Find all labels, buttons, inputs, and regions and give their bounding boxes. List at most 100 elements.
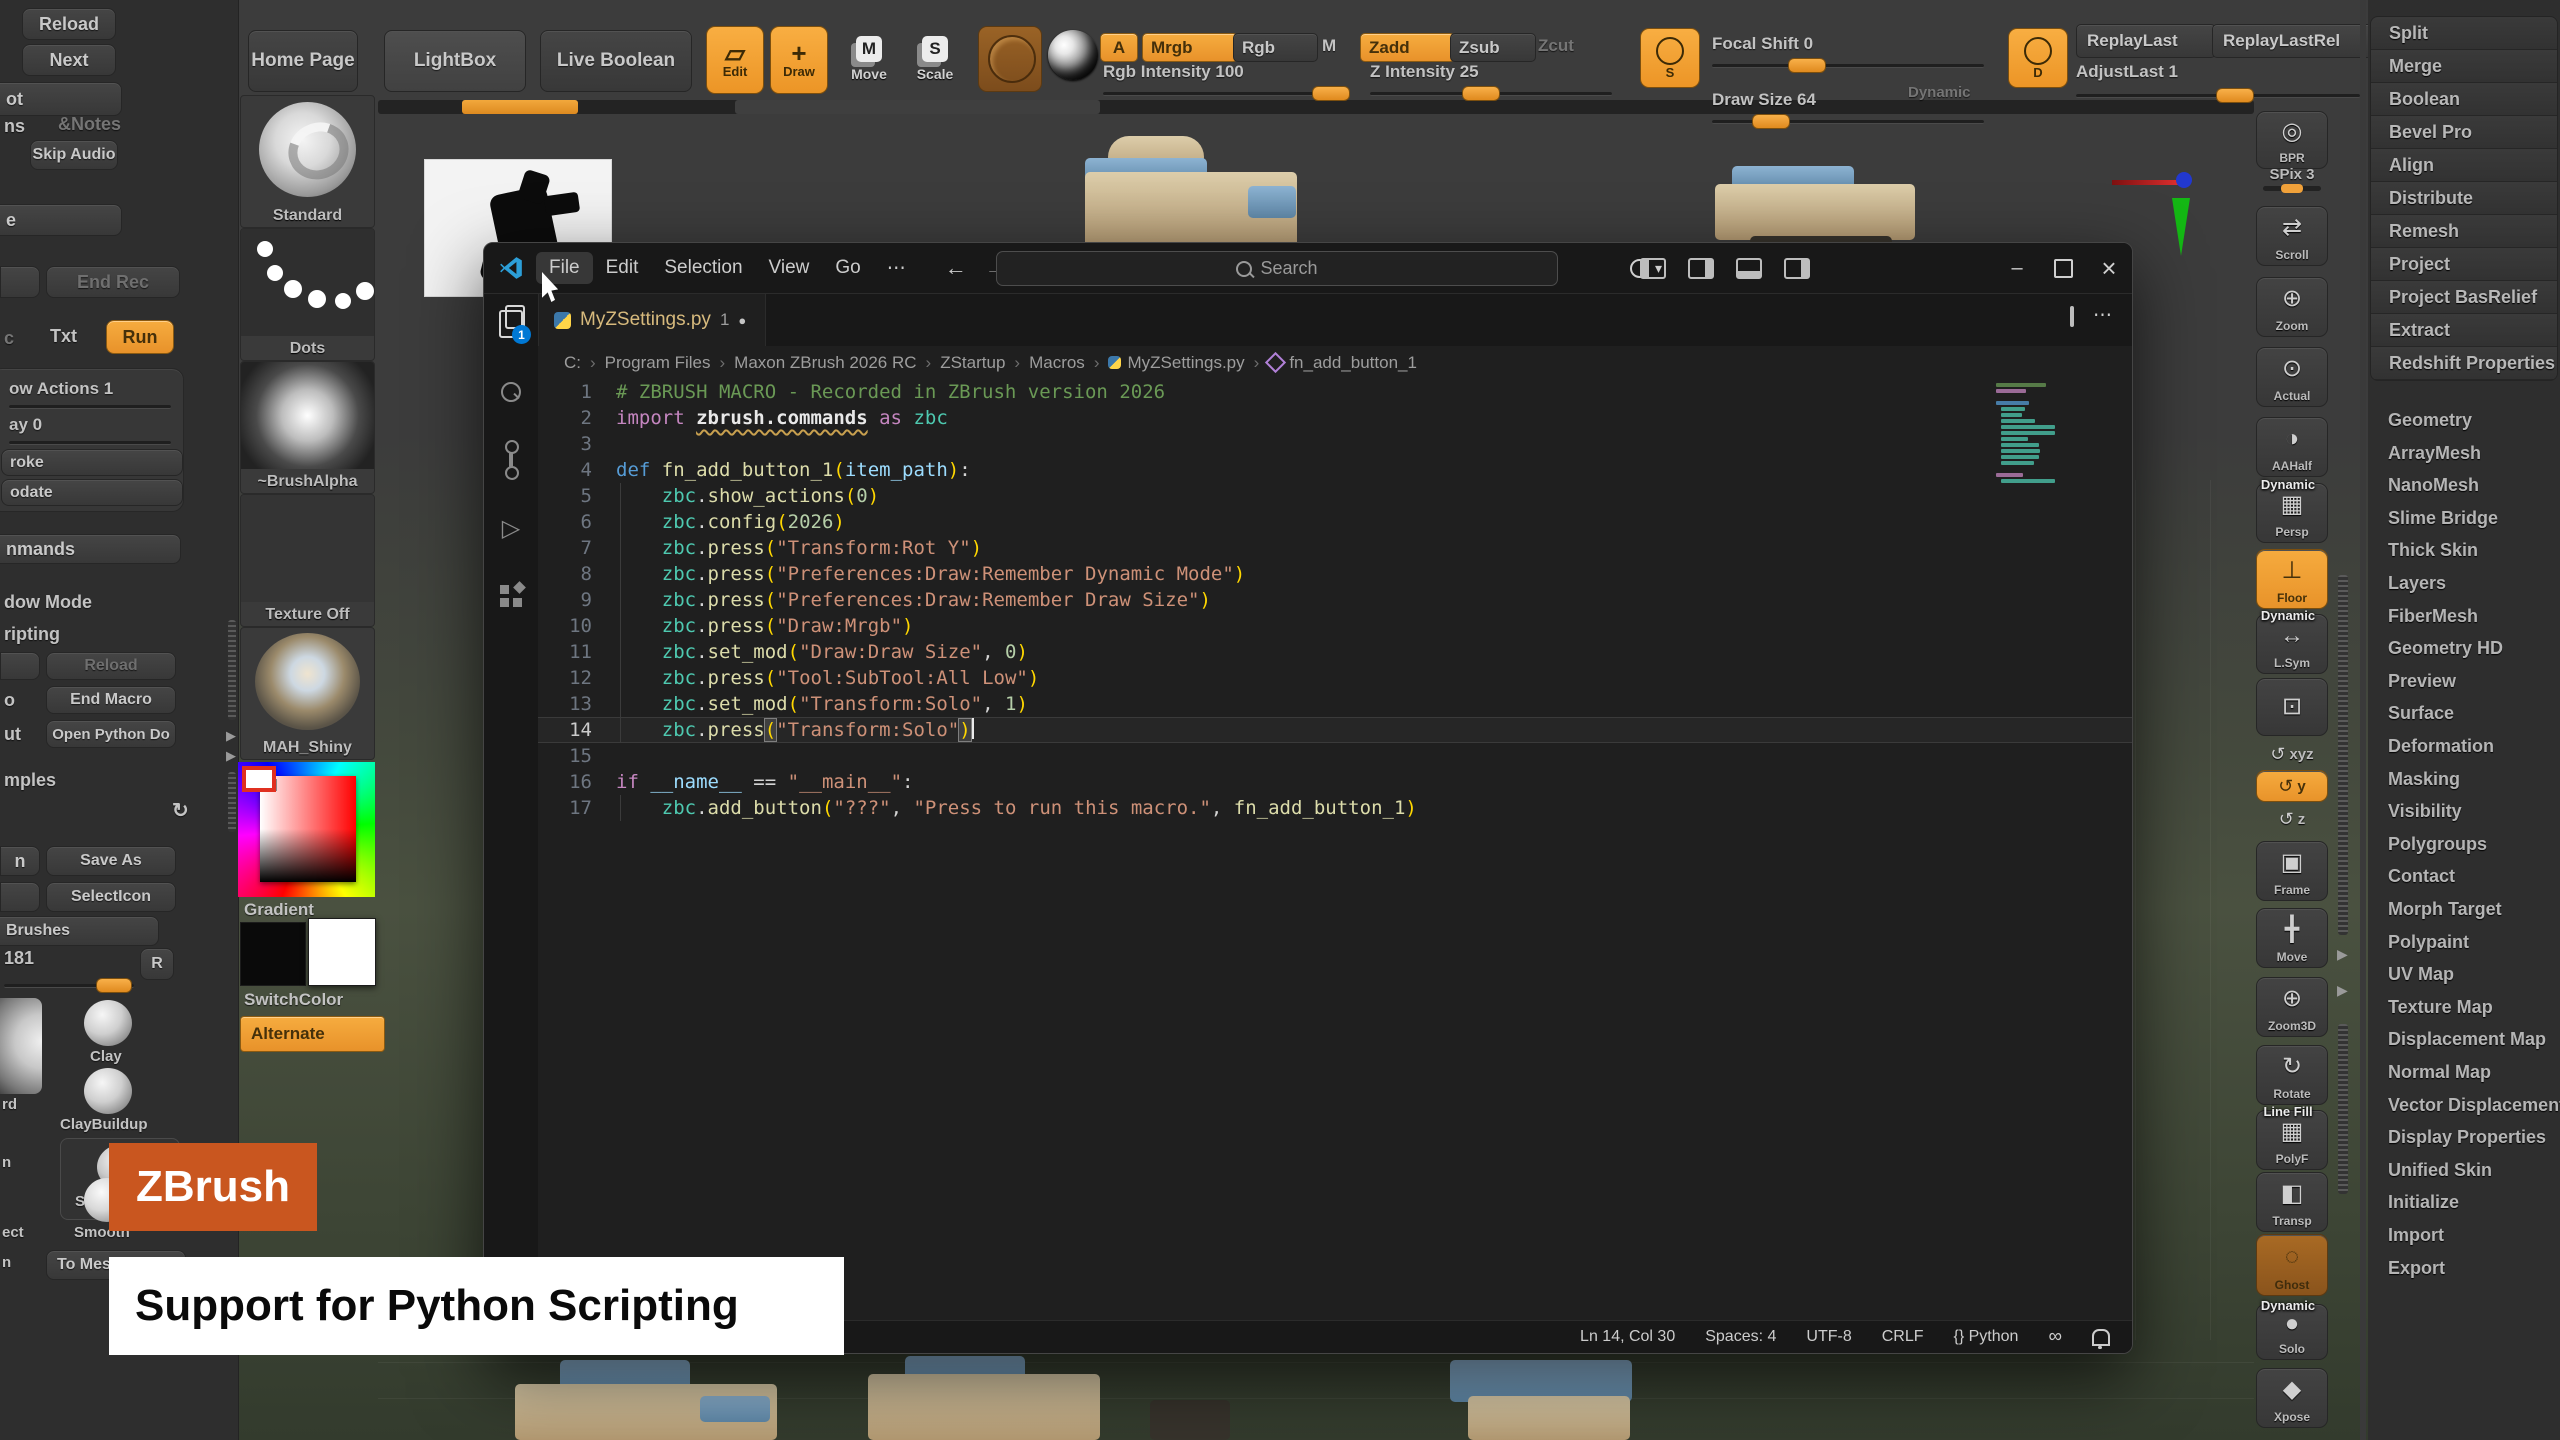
delay-slider[interactable]: ay 0 — [9, 415, 42, 435]
close-button[interactable]: × — [2086, 243, 2132, 293]
canvas-scroll-track[interactable] — [378, 100, 2254, 114]
tool-menu-item-vector-displacement[interactable]: Vector Displacement — [2388, 1089, 2560, 1122]
code-line-7[interactable]: 7 zbc.press("Transform:Rot Y") — [538, 535, 2132, 561]
tool-menu-item-contact[interactable]: Contact — [2388, 860, 2455, 893]
draw-size-handle[interactable] — [1752, 114, 1790, 129]
split-editor-icon[interactable] — [1688, 258, 1714, 279]
zsub-toggle[interactable]: Zsub — [1450, 33, 1536, 62]
scroll-arrow-icon[interactable]: ▶ — [226, 728, 236, 744]
tool-menu-item-slime-bridge[interactable]: Slime Bridge — [2388, 502, 2498, 535]
tool-menu-item-deformation[interactable]: Deformation — [2388, 730, 2494, 763]
reload-script-button[interactable]: Reload — [46, 652, 176, 680]
stroke-settings-button[interactable]: S — [1640, 28, 1700, 88]
code-line-2[interactable]: 2import zbrush.commands as zbc — [538, 405, 2132, 431]
search-input[interactable]: Search — [996, 251, 1558, 286]
code-line-16[interactable]: 16if __name__ == "__main__": — [538, 769, 2132, 795]
strip-button-scroll[interactable]: ⇄Scroll — [2256, 206, 2328, 266]
code-line-6[interactable]: 6 zbc.config(2026) — [538, 509, 2132, 535]
tab-dirty-dot-icon[interactable]: ● — [738, 313, 746, 328]
spix-slider[interactable] — [2263, 186, 2321, 191]
strip-button-xpose[interactable]: ◆Xpose — [2256, 1368, 2328, 1428]
code-line-3[interactable]: 3 — [538, 431, 2132, 457]
status-item-ln-14-col-30[interactable]: Ln 14, Col 30 — [1580, 1328, 1675, 1346]
r-button[interactable]: R — [140, 948, 174, 980]
open-python-doc-button[interactable]: Open Python Do — [46, 720, 176, 748]
notes-label[interactable]: &Notes — [58, 114, 121, 135]
strip-button-camera-lock[interactable]: ⊡ — [2256, 678, 2328, 736]
end-rec-button[interactable]: End Rec — [46, 266, 180, 298]
end-macro-button[interactable]: End Macro — [46, 686, 176, 714]
tool-menu-item-masking[interactable]: Masking — [2388, 763, 2460, 796]
tool-menu-item-distribute[interactable]: Distribute — [2371, 182, 2557, 214]
brush-tile-standard[interactable]: Standard — [240, 95, 375, 228]
alternate-button[interactable]: Alternate — [240, 1016, 385, 1052]
breadcrumb-item[interactable]: Macros — [1029, 353, 1085, 373]
breadcrumb-item[interactable]: fn_add_button_1 — [1268, 353, 1417, 373]
strip-button-actual[interactable]: ⊙Actual — [2256, 347, 2328, 407]
z-intensity-handle[interactable] — [1462, 86, 1500, 101]
strip-button-zoom3d[interactable]: ⊕Zoom3D — [2256, 977, 2328, 1037]
main-color-swatch[interactable] — [240, 922, 306, 986]
code-line-15[interactable]: 15 — [538, 743, 2132, 769]
tool-menu-item-unified-skin[interactable]: Unified Skin — [2388, 1154, 2492, 1187]
brush-thumb-standard-left[interactable] — [0, 998, 42, 1094]
secondary-color-swatch[interactable] — [308, 918, 376, 986]
edit-button[interactable]: ▱ Edit — [706, 26, 764, 94]
brush-thumb-claybuildup[interactable] — [84, 1068, 132, 1114]
tool-menu-item-layers[interactable]: Layers — [2388, 567, 2446, 600]
strip-button-transp[interactable]: ◧Transp — [2256, 1172, 2328, 1232]
run-button[interactable]: Run — [106, 320, 174, 354]
tool-menu-item-polypaint[interactable]: Polypaint — [2388, 926, 2469, 959]
stub-button[interactable] — [0, 266, 40, 298]
tool-menu-item-surface[interactable]: Surface — [2388, 697, 2454, 730]
copilot-status-icon[interactable]: ∞ — [2048, 1326, 2062, 1348]
save-as-button[interactable]: Save As — [46, 846, 176, 876]
strip-button-zoom[interactable]: ⊕Zoom — [2256, 277, 2328, 337]
strip-button-aahalf[interactable]: ◑AAHalf — [2256, 417, 2328, 477]
tool-menu-item-morph-target[interactable]: Morph Target — [2388, 893, 2502, 926]
breadcrumb[interactable]: C:›Program Files›Maxon ZBrush 2026 RC›ZS… — [538, 346, 2132, 379]
home-page-button[interactable]: Home Page — [248, 30, 358, 92]
material-sphere-button[interactable] — [1048, 30, 1098, 80]
tool-menu-item-display-properties[interactable]: Display Properties — [2388, 1121, 2546, 1154]
tool-menu-item-polygroups[interactable]: Polygroups — [2388, 828, 2487, 861]
skip-audio-button[interactable]: Skip Audio — [30, 140, 118, 170]
minimize-button[interactable]: – — [1994, 243, 2040, 293]
tool-menu-item-split[interactable]: Split — [2371, 17, 2557, 49]
tool-menu-item-thick-skin[interactable]: Thick Skin — [2388, 534, 2478, 567]
tool-menu-item-extract[interactable]: Extract — [2371, 314, 2557, 346]
status-item-crlf[interactable]: CRLF — [1882, 1328, 1924, 1346]
scroll-arrow-icon[interactable]: ▶ — [2337, 946, 2348, 963]
scale-button[interactable]: S Scale — [906, 26, 964, 92]
panel-scrollbar[interactable] — [228, 620, 236, 720]
commands-button[interactable]: nmands — [0, 534, 181, 564]
tool-menu-item-initialize[interactable]: Initialize — [2388, 1186, 2459, 1219]
scroll-arrow-icon[interactable]: ▶ — [2337, 982, 2348, 999]
breadcrumb-item[interactable]: MyZSettings.py — [1108, 353, 1244, 373]
color-picker[interactable] — [238, 762, 375, 897]
brushes-button[interactable]: Brushes — [0, 916, 159, 946]
live-boolean-button[interactable]: Live Boolean — [540, 30, 692, 92]
rgb-intensity-handle[interactable] — [1312, 86, 1350, 101]
split-editor-right-icon[interactable] — [2070, 308, 2074, 326]
code-line-17[interactable]: 17 zbc.add_button("???", "Press to run t… — [538, 795, 2132, 821]
stub-button[interactable] — [0, 882, 40, 912]
tool-menu-item-uv-map[interactable]: UV Map — [2388, 958, 2454, 991]
tool-menu-item-texture-map[interactable]: Texture Map — [2388, 991, 2493, 1024]
draw-button[interactable]: + Draw — [770, 26, 828, 94]
extensions-icon[interactable] — [484, 574, 538, 618]
tool-menu-item-boolean[interactable]: Boolean — [2371, 83, 2557, 115]
tool-menu-item-geometry[interactable]: Geometry — [2388, 404, 2472, 437]
code-line-1[interactable]: 1# ZBRUSH MACRO - Recorded in ZBrush ver… — [538, 379, 2132, 405]
strip-button-l-sym[interactable]: Dynamic↔L.Sym — [2256, 614, 2328, 674]
rgb-intensity-slider[interactable] — [1103, 92, 1345, 96]
tool-menu-item-normal-map[interactable]: Normal Map — [2388, 1056, 2491, 1089]
zadd-toggle[interactable]: Zadd — [1360, 33, 1455, 62]
tool-menu-item-remesh[interactable]: Remesh — [2371, 215, 2557, 247]
strip-button-move[interactable]: ╋Move — [2256, 908, 2328, 968]
focal-shift-slider[interactable] — [1712, 64, 1984, 68]
code-line-10[interactable]: 10 zbc.press("Draw:Mrgb") — [538, 613, 2132, 639]
tool-menu-item-bevel-pro[interactable]: Bevel Pro — [2371, 116, 2557, 148]
explorer-icon[interactable]: 1 — [484, 302, 538, 346]
tool-menu-item-project[interactable]: Project — [2371, 248, 2557, 280]
